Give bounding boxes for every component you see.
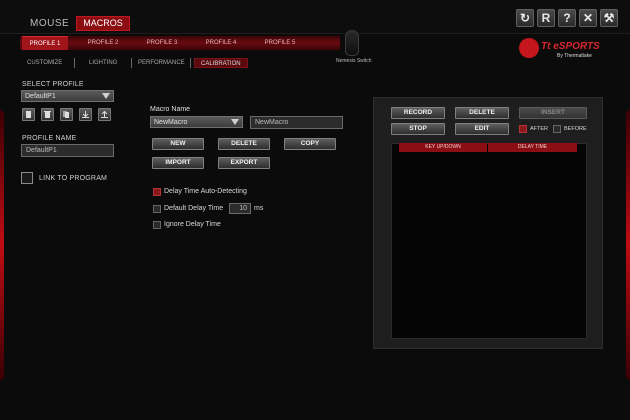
tt-logo-icon	[519, 38, 539, 58]
link-to-program-checkbox[interactable]	[21, 172, 33, 184]
subtab-customize[interactable]: CUSTOMIZE	[27, 58, 62, 68]
new-profile-button[interactable]	[22, 108, 35, 121]
tab-profile-3[interactable]: PROFILE 3	[139, 36, 185, 50]
tab-profile-1[interactable]: PROFILE 1	[22, 36, 68, 50]
subtab-calibration[interactable]: CALIBRATION	[194, 58, 248, 68]
close-button[interactable]: ✕	[579, 9, 597, 27]
import-profile-button[interactable]	[79, 108, 92, 121]
help-button[interactable]: ?	[558, 9, 576, 27]
column-header-key[interactable]: KEY UP/DOWN	[399, 143, 487, 152]
refresh-icon: ↻	[519, 11, 531, 25]
subtab-separator	[74, 58, 75, 68]
insert-button[interactable]: INSERT	[519, 107, 587, 119]
auto-detect-label: Delay Time Auto-Detecting	[164, 188, 247, 195]
before-label: BEFORE	[564, 126, 587, 132]
help-icon: ?	[563, 11, 571, 25]
tab-macros[interactable]: MACROS	[76, 16, 130, 31]
macro-name-label: Macro Name	[150, 106, 191, 113]
new-macro-button[interactable]: NEW	[152, 138, 204, 150]
recorder-delete-button[interactable]: DELETE	[455, 107, 509, 119]
r-button[interactable]: R	[537, 9, 555, 27]
close-icon: ✕	[582, 11, 594, 25]
subtab-lighting[interactable]: LIGHTING	[89, 58, 117, 68]
profile-select-value: DefaultP1	[25, 93, 56, 100]
delay-unit: ms	[254, 205, 264, 212]
refresh-button[interactable]: ↻	[516, 9, 534, 27]
copy-icon	[63, 111, 69, 118]
export-profile-button[interactable]	[98, 108, 111, 121]
tab-mouse[interactable]: MOUSE	[30, 18, 69, 29]
device-name: Nemesis Switch	[336, 58, 372, 64]
record-button[interactable]: RECORD	[391, 107, 445, 119]
tab-profile-2[interactable]: PROFILE 2	[80, 36, 126, 50]
column-header-delay[interactable]: DELAY TIME	[488, 143, 577, 152]
download-icon	[82, 111, 89, 118]
upload-icon	[101, 110, 108, 118]
tab-profile-5[interactable]: PROFILE 5	[257, 36, 303, 50]
chevron-down-icon	[231, 119, 239, 125]
right-edge-glow	[626, 110, 630, 380]
ignore-delay-label: Ignore Delay Time	[164, 221, 221, 228]
after-radio[interactable]	[519, 125, 527, 133]
mouse-device-image	[345, 30, 359, 56]
r-icon: R	[541, 11, 551, 25]
brand-logo-sub: By Thermaltake	[557, 53, 592, 59]
auto-detect-checkbox[interactable]	[153, 188, 161, 196]
tools-button[interactable]: ⚒	[600, 9, 618, 27]
macro-select[interactable]: NewMacro	[150, 116, 243, 128]
subtab-performance[interactable]: PERFORMANCE	[138, 58, 185, 68]
default-delay-label: Default Delay Time	[164, 205, 224, 212]
delete-profile-button[interactable]	[41, 108, 54, 121]
delete-macro-button[interactable]: DELETE	[218, 138, 270, 150]
macro-name-input[interactable]: NewMacro	[250, 116, 343, 129]
chevron-down-icon	[102, 93, 110, 99]
default-delay-checkbox[interactable]	[153, 205, 161, 213]
stop-button[interactable]: STOP	[391, 123, 445, 135]
edit-button[interactable]: EDIT	[455, 123, 509, 135]
export-macro-button[interactable]: EXPORT	[218, 157, 270, 169]
delay-time-input[interactable]: 10	[229, 203, 251, 214]
copy-profile-button[interactable]	[60, 108, 73, 121]
brand-logo-text: Tt eSPORTS	[541, 41, 600, 52]
after-label: AFTER	[530, 126, 549, 132]
copy-macro-button[interactable]: COPY	[284, 138, 336, 150]
import-macro-button[interactable]: IMPORT	[152, 157, 204, 169]
select-profile-label: SELECT PROFILE	[22, 81, 84, 88]
tools-icon: ⚒	[603, 11, 615, 25]
tab-profile-4[interactable]: PROFILE 4	[198, 36, 244, 50]
macro-event-list[interactable]	[391, 143, 587, 339]
before-radio[interactable]	[553, 125, 561, 133]
ignore-delay-checkbox[interactable]	[153, 221, 161, 229]
profile-select[interactable]: DefaultP1	[21, 90, 114, 102]
document-icon	[26, 111, 31, 118]
link-to-program-label: LINK TO PROGRAM	[39, 175, 108, 182]
profile-name-label: PROFILE NAME	[22, 135, 77, 142]
left-edge-glow	[0, 110, 4, 380]
subtab-separator	[131, 58, 132, 68]
subtab-separator	[190, 58, 191, 68]
trash-icon	[44, 111, 51, 118]
profile-name-input[interactable]: DefaultP1	[21, 144, 114, 157]
macro-select-value: NewMacro	[154, 119, 188, 126]
